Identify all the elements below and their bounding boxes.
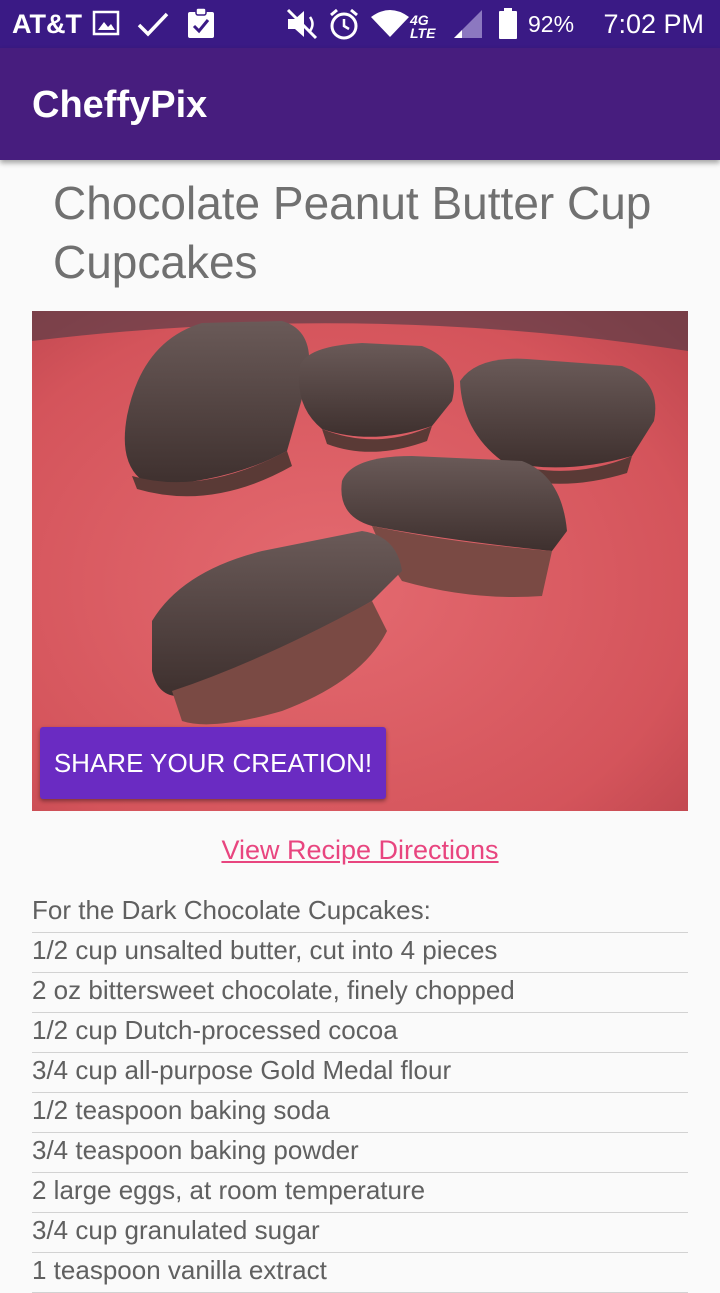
list-item: For the Dark Chocolate Cupcakes: <box>32 893 688 933</box>
list-item: 3/4 cup all-purpose Gold Medal flour <box>32 1053 688 1093</box>
view-recipe-directions-link[interactable]: View Recipe Directions <box>0 835 720 866</box>
app-title: CheffyPix <box>32 84 208 126</box>
recipe-title: Chocolate Peanut Butter Cup Cupcakes <box>53 177 652 288</box>
carrier-label: AT&T <box>12 9 82 39</box>
list-item: 3/4 cup granulated sugar <box>32 1213 688 1253</box>
recipe-photo: SHARE YOUR CREATION! <box>32 311 688 811</box>
ingredient-list: For the Dark Chocolate Cupcakes: 1/2 cup… <box>32 893 688 1293</box>
wifi-icon <box>371 10 409 37</box>
signal-icon <box>454 10 482 38</box>
app-bar: CheffyPix <box>0 48 720 160</box>
check-icon <box>137 12 169 37</box>
clipboard-check-icon <box>188 7 214 38</box>
image-icon <box>92 10 120 36</box>
network-type-label: 4G LTE <box>410 12 436 41</box>
list-item: 2 oz bittersweet chocolate, finely chopp… <box>32 973 688 1013</box>
alarm-icon <box>330 8 358 40</box>
list-item: 2 large eggs, at room temperature <box>32 1173 688 1213</box>
status-bar: AT&T 4G LTE 92% 7:02 PM <box>0 0 720 48</box>
list-item: 1/2 cup unsalted butter, cut into 4 piec… <box>32 933 688 973</box>
clock: 7:02 PM <box>603 9 704 39</box>
list-item: 1 teaspoon vanilla extract <box>32 1253 688 1293</box>
list-item: 3/4 teaspoon baking powder <box>32 1133 688 1173</box>
list-item: 1/2 teaspoon baking soda <box>32 1093 688 1133</box>
battery-percent: 92% <box>528 11 575 37</box>
mute-icon <box>286 8 318 40</box>
battery-icon <box>499 8 517 39</box>
share-creation-button[interactable]: SHARE YOUR CREATION! <box>40 727 386 799</box>
list-item: 1/2 cup Dutch-processed cocoa <box>32 1013 688 1053</box>
